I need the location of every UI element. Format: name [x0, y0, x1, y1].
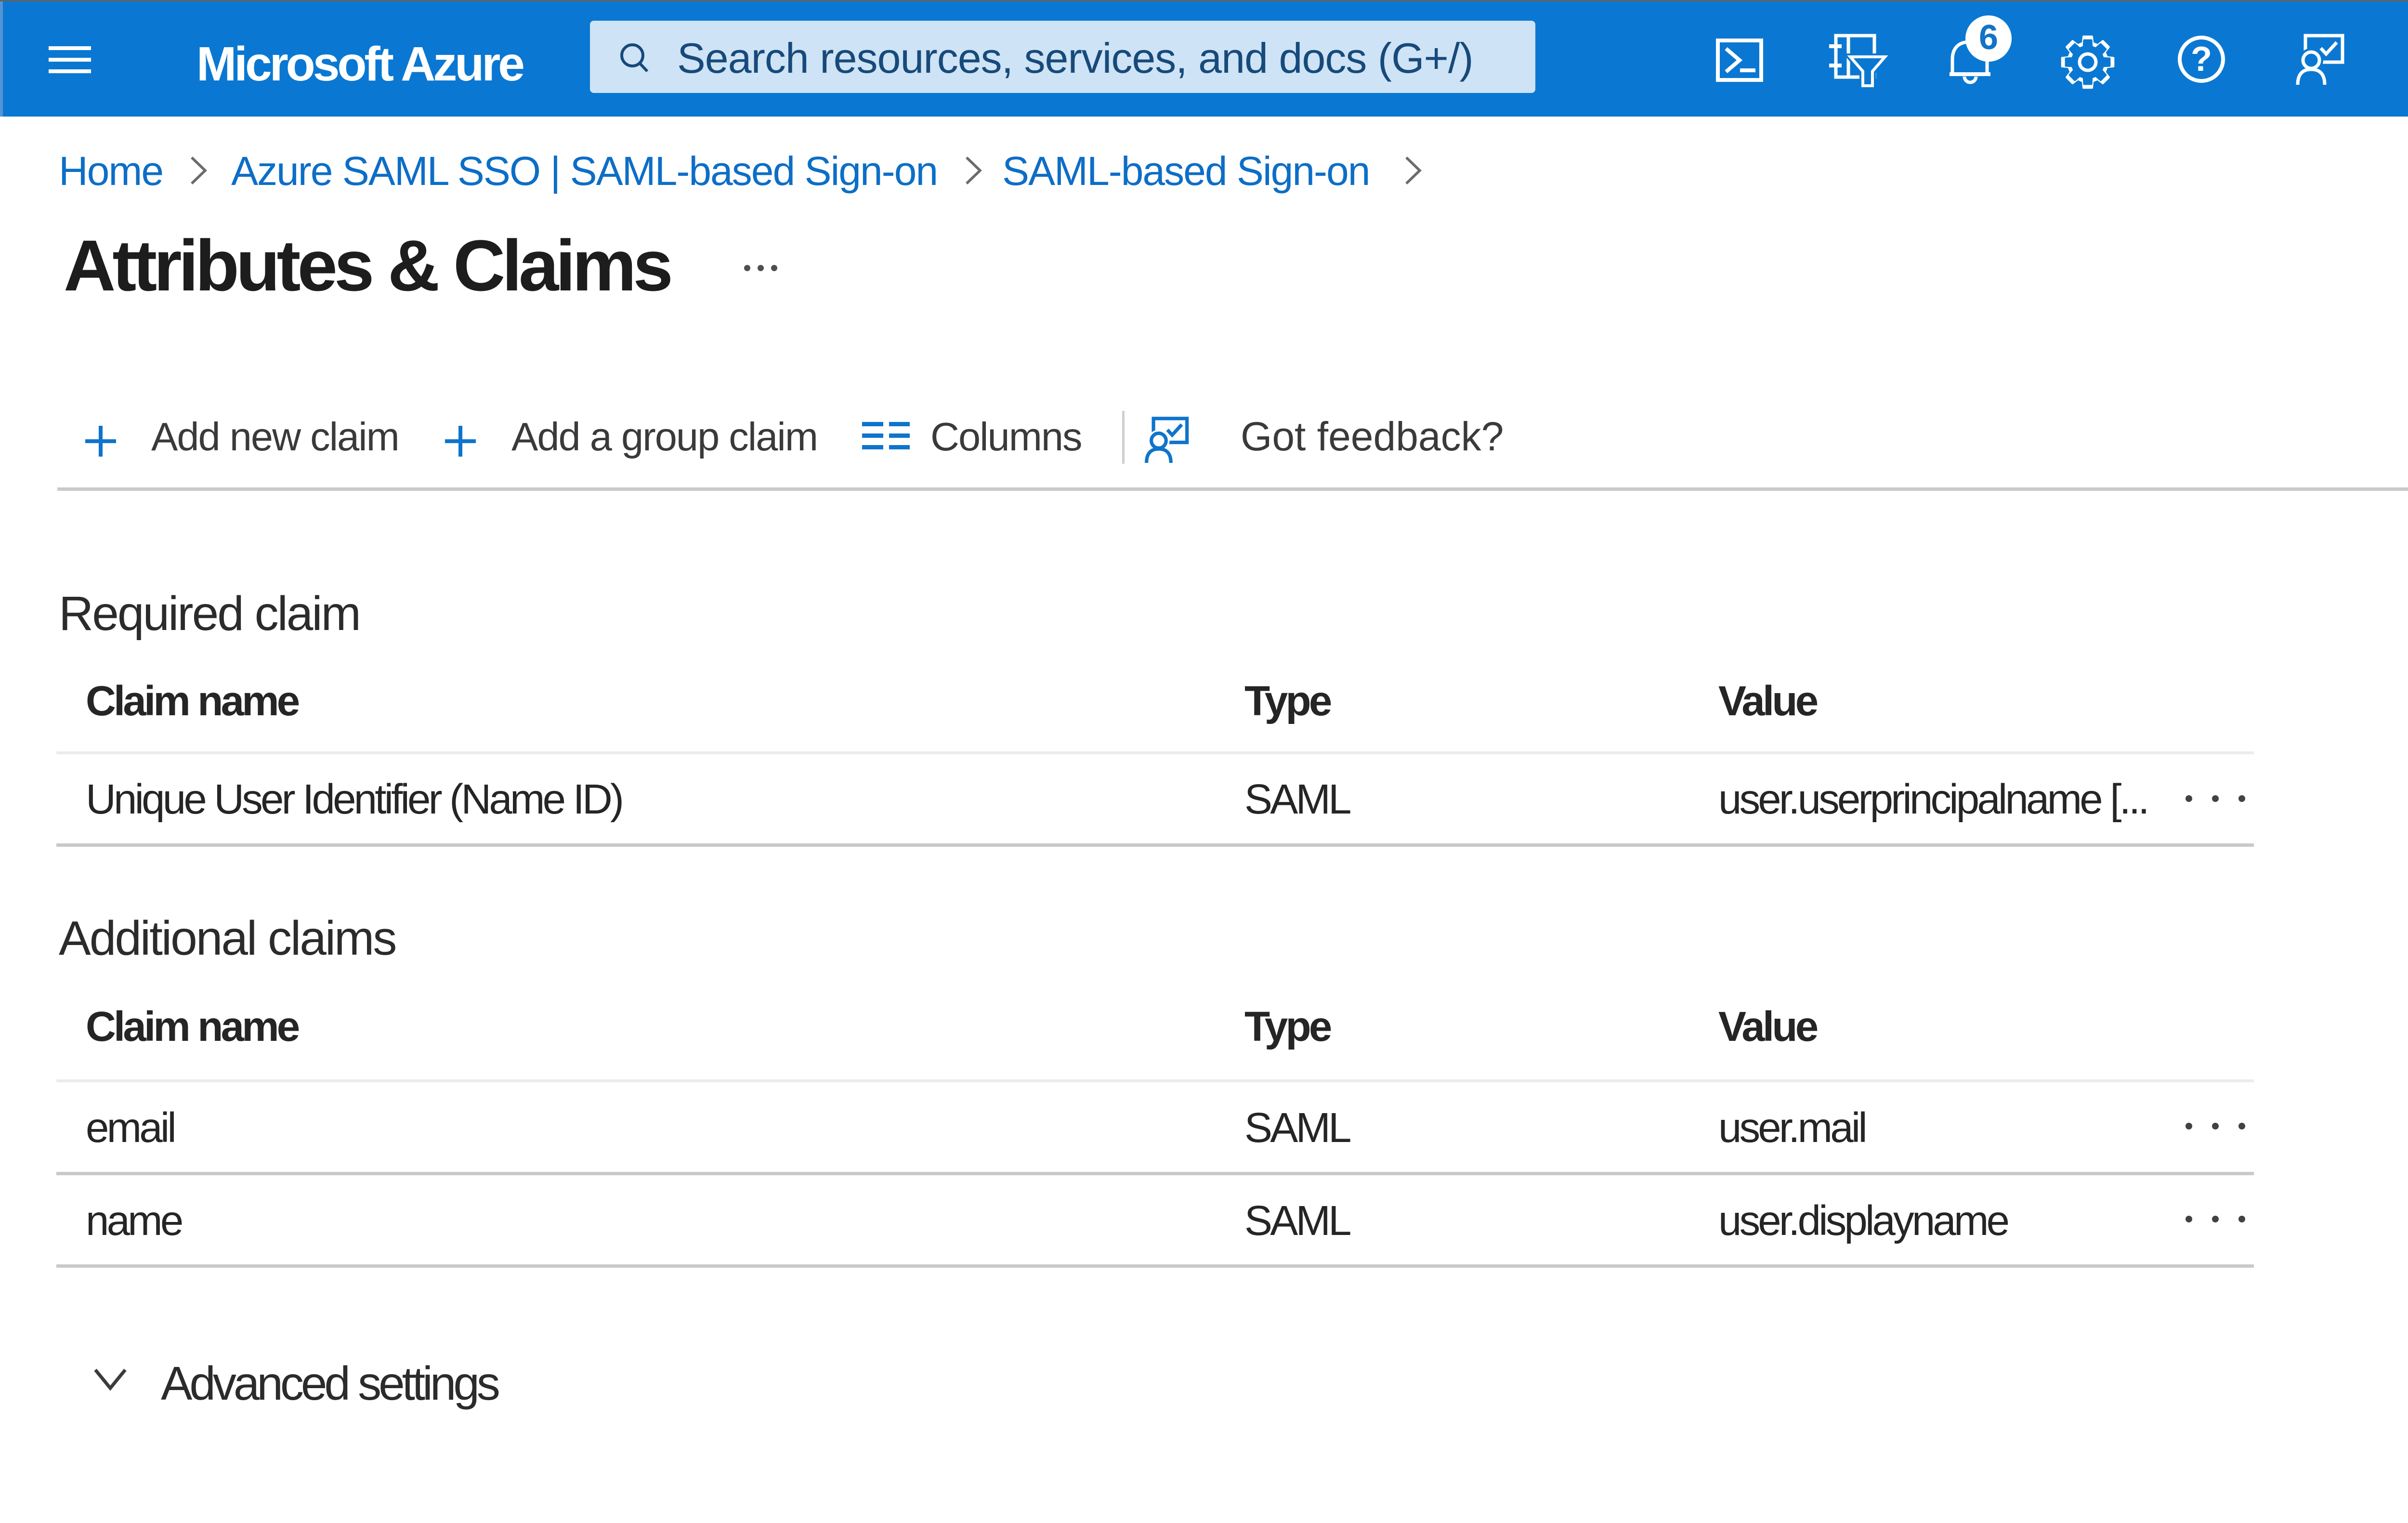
svg-text:?: ?	[2191, 40, 2212, 79]
